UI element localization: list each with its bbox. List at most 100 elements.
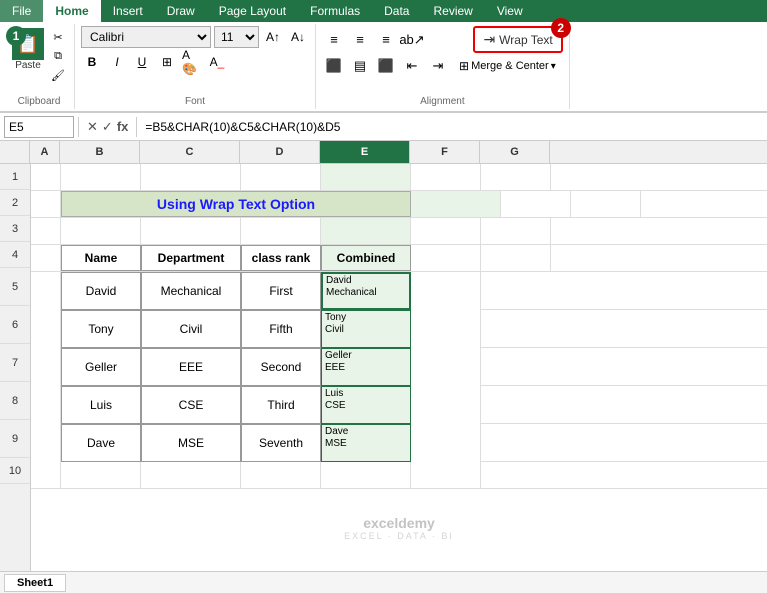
cell-f10[interactable] (411, 462, 481, 488)
cell-c8[interactable]: CSE (141, 386, 241, 424)
font-size-select[interactable]: 11 (214, 26, 259, 48)
cell-c4-dept[interactable]: Department (141, 245, 241, 271)
cell-a5[interactable] (31, 272, 61, 310)
cell-f3[interactable] (411, 218, 481, 244)
tab-insert[interactable]: Insert (101, 0, 155, 22)
increase-font-btn[interactable]: A↑ (262, 26, 284, 48)
cell-d7[interactable]: Second (241, 348, 321, 386)
cell-b9[interactable]: Dave (61, 424, 141, 462)
align-center-btn[interactable]: ▤ (348, 55, 372, 77)
cell-b3[interactable] (61, 218, 141, 244)
cell-f5[interactable] (411, 272, 481, 310)
tab-home[interactable]: Home (43, 0, 100, 22)
tab-review[interactable]: Review (421, 0, 484, 22)
fill-color-button[interactable]: A🎨 (181, 51, 203, 73)
align-right-btn[interactable]: ⬛ (374, 55, 398, 77)
cell-d5[interactable]: First (241, 272, 321, 310)
tab-view[interactable]: View (485, 0, 535, 22)
align-top-right-btn[interactable]: ≡ (374, 29, 398, 51)
formula-input[interactable] (141, 120, 763, 134)
cell-e3[interactable] (321, 218, 411, 244)
cell-g1[interactable] (481, 164, 551, 190)
cell-b10[interactable] (61, 462, 141, 488)
cell-b4-name[interactable]: Name (61, 245, 141, 271)
cell-c5[interactable]: Mechanical (141, 272, 241, 310)
cell-g3[interactable] (481, 218, 551, 244)
cell-e8[interactable]: Luis CSE (321, 386, 411, 424)
cell-e2[interactable] (411, 191, 501, 217)
cell-a10[interactable] (31, 462, 61, 488)
cell-b7[interactable]: Geller (61, 348, 141, 386)
border-button[interactable]: ⊞ (156, 51, 178, 73)
cell-f8[interactable] (411, 386, 481, 424)
align-top-left-btn[interactable]: ≡ (322, 29, 346, 51)
cancel-formula-icon[interactable]: ✕ (87, 119, 98, 135)
cell-a7[interactable] (31, 348, 61, 386)
tab-draw[interactable]: Draw (155, 0, 207, 22)
cell-f1[interactable] (411, 164, 481, 190)
cell-d4-rank[interactable]: class rank (241, 245, 321, 271)
cell-e6[interactable]: Tony Civil (321, 310, 411, 348)
cell-d6[interactable]: Fifth (241, 310, 321, 348)
cell-c10[interactable] (141, 462, 241, 488)
cell-b6[interactable]: Tony (61, 310, 141, 348)
cell-a1[interactable] (31, 164, 61, 190)
col-header-b[interactable]: B (60, 141, 140, 163)
tab-data[interactable]: Data (372, 0, 421, 22)
cell-d1[interactable] (241, 164, 321, 190)
increase-indent-btn[interactable]: ⇥ (426, 55, 450, 77)
align-top-center-btn[interactable]: ≡ (348, 29, 372, 51)
cell-b5[interactable]: David (61, 272, 141, 310)
align-left-btn[interactable]: ⬛ (322, 55, 346, 77)
col-header-e[interactable]: E (320, 141, 410, 163)
cell-e5[interactable]: David Mechanical (321, 272, 411, 310)
cell-g2[interactable] (571, 191, 641, 217)
cell-d10[interactable] (241, 462, 321, 488)
cell-f6[interactable] (411, 310, 481, 348)
cell-g4[interactable] (481, 245, 551, 271)
cell-c9[interactable]: MSE (141, 424, 241, 462)
cell-b1[interactable] (61, 164, 141, 190)
cell-e10[interactable] (321, 462, 411, 488)
cell-d3[interactable] (241, 218, 321, 244)
cell-a9[interactable] (31, 424, 61, 462)
cell-a8[interactable] (31, 386, 61, 424)
tab-formulas[interactable]: Formulas (298, 0, 372, 22)
confirm-formula-icon[interactable]: ✓ (102, 119, 113, 135)
cell-f9[interactable] (411, 424, 481, 462)
cell-a3[interactable] (31, 218, 61, 244)
tab-pagelayout[interactable]: Page Layout (207, 0, 298, 22)
wrap-text-button[interactable]: ⇥ Wrap Text (473, 26, 562, 53)
cell-d9[interactable]: Seventh (241, 424, 321, 462)
underline-button[interactable]: U (131, 51, 153, 73)
cell-c3[interactable] (141, 218, 241, 244)
font-name-select[interactable]: Calibri (81, 26, 211, 48)
insert-function-icon[interactable]: fx (117, 119, 129, 134)
bold-button[interactable]: B (81, 51, 103, 73)
cell-b8[interactable]: Luis (61, 386, 141, 424)
cell-a4[interactable] (31, 245, 61, 271)
cell-f7[interactable] (411, 348, 481, 386)
col-header-a[interactable]: A (30, 141, 60, 163)
tab-file[interactable]: File (0, 0, 43, 22)
cell-d8[interactable]: Third (241, 386, 321, 424)
cell-a6[interactable] (31, 310, 61, 348)
cell-c1[interactable] (141, 164, 241, 190)
decrease-font-btn[interactable]: A↓ (287, 26, 309, 48)
merge-center-button[interactable]: ⊞ Merge & Center ▾ (452, 55, 563, 77)
col-header-g[interactable]: G (480, 141, 550, 163)
cell-e9[interactable]: Dave MSE (321, 424, 411, 462)
cell-e7[interactable]: Geller EEE (321, 348, 411, 386)
cell-a2[interactable] (31, 191, 61, 217)
cell-reference-input[interactable] (4, 116, 74, 138)
merge-dropdown-icon[interactable]: ▾ (551, 61, 556, 72)
format-painter-button[interactable]: 🖌 (48, 66, 68, 84)
sheet-tab-1[interactable]: Sheet1 (4, 574, 66, 592)
cell-f2[interactable] (501, 191, 571, 217)
font-color-button[interactable]: A_ (206, 51, 228, 73)
col-header-d[interactable]: D (240, 141, 320, 163)
copy-button[interactable]: ⧉ (48, 47, 68, 65)
cell-b2-title[interactable]: Using Wrap Text Option (61, 191, 411, 217)
cell-e4-combined[interactable]: Combined (321, 245, 411, 271)
rotate-text-btn[interactable]: ab↗ (400, 29, 424, 51)
